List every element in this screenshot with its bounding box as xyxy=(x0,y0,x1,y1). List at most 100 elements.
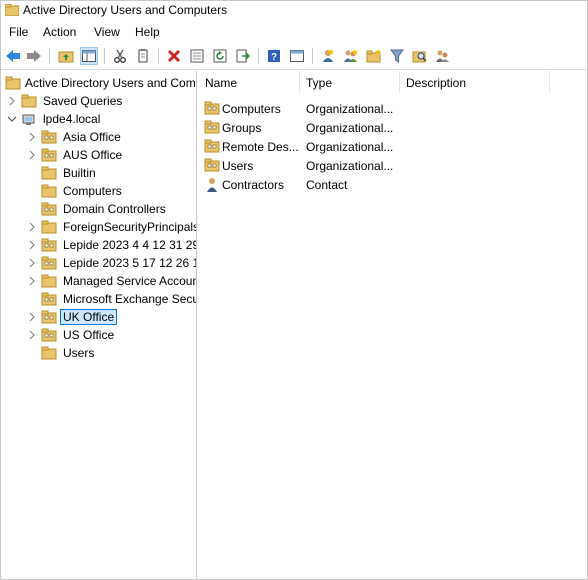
toolbar-separator xyxy=(258,48,259,64)
chevron-right-icon[interactable] xyxy=(27,257,37,269)
toolbar-separator xyxy=(49,48,50,64)
column-header-description-label: Description xyxy=(406,76,467,90)
tree-item-label: Asia Office xyxy=(63,130,121,144)
console-view-icon[interactable] xyxy=(288,47,306,65)
tree-item[interactable]: Lepide 2023 5 17 12 26 15 xyxy=(1,254,196,272)
toolbar: ? xyxy=(1,43,587,70)
column-header-type[interactable]: Type xyxy=(299,71,400,93)
list-item[interactable]: Users Organizational... xyxy=(198,156,587,175)
ou-folder-icon xyxy=(41,310,57,327)
list-item-type: Organizational... xyxy=(306,159,394,173)
column-header-description[interactable]: Description xyxy=(399,71,550,93)
column-header-name[interactable]: Name xyxy=(198,71,300,93)
list-item[interactable]: Groups Organizational... xyxy=(198,118,587,137)
tree-item[interactable]: Domain Controllers xyxy=(1,200,196,218)
app-window: Active Directory Users and Computers Fil… xyxy=(0,0,588,580)
new-user-icon[interactable] xyxy=(319,47,337,65)
list-item[interactable]: Contractors Contact xyxy=(198,175,587,194)
tree-item-label: Lepide 2023 5 17 12 26 15 xyxy=(63,256,197,270)
ou-folder-icon xyxy=(41,148,57,165)
help-icon[interactable]: ? xyxy=(265,47,283,65)
show-hide-tree-icon[interactable] xyxy=(80,47,98,65)
tree-item-label: Users xyxy=(63,346,95,360)
ou-folder-icon xyxy=(204,101,220,118)
tree-item[interactable]: ForeignSecurityPrincipals xyxy=(1,218,196,236)
tree-item-label: US Office xyxy=(63,328,115,342)
tree-item[interactable]: Computers xyxy=(1,182,196,200)
chevron-down-icon[interactable] xyxy=(7,113,17,125)
folder-icon xyxy=(41,166,57,183)
ou-folder-icon xyxy=(204,120,220,137)
domain-icon xyxy=(21,112,37,129)
list-item-type: Organizational... xyxy=(306,102,394,116)
ad-app-icon xyxy=(4,3,20,19)
chevron-right-icon[interactable] xyxy=(7,95,17,107)
tree-root-label: Active Directory Users and Com xyxy=(25,76,196,90)
chevron-right-icon[interactable] xyxy=(27,221,37,233)
back-icon[interactable] xyxy=(4,47,22,65)
chevron-right-icon[interactable] xyxy=(27,329,37,341)
tree-item[interactable]: AUS Office xyxy=(1,146,196,164)
menu-help[interactable]: Help xyxy=(135,25,160,39)
list-item-type: Organizational... xyxy=(306,140,394,154)
tree-item-label: Microsoft Exchange Secu xyxy=(63,292,197,306)
menu-file[interactable]: File xyxy=(9,25,28,39)
ad-console-icon xyxy=(5,76,21,93)
tree-item[interactable]: Microsoft Exchange Secu xyxy=(1,290,196,308)
new-group-icon[interactable] xyxy=(342,47,360,65)
ou-folder-icon xyxy=(204,139,220,156)
ou-folder-icon xyxy=(41,328,57,345)
new-ou-icon[interactable] xyxy=(365,47,383,65)
chevron-right-icon[interactable] xyxy=(27,275,37,287)
tree-item[interactable]: Builtin xyxy=(1,164,196,182)
tree-item[interactable]: Managed Service Accoun xyxy=(1,272,196,290)
console-tree-pane[interactable]: Active Directory Users and Com Saved Que… xyxy=(1,71,197,579)
folder-icon xyxy=(41,184,57,201)
ou-folder-icon xyxy=(41,256,57,273)
tree-item[interactable]: Lepide 2023 4 4 12 31 29 xyxy=(1,236,196,254)
chevron-right-icon[interactable] xyxy=(27,311,37,323)
chevron-right-icon[interactable] xyxy=(27,131,37,143)
find-icon[interactable] xyxy=(411,47,429,65)
details-pane[interactable]: Name Type Description Computers Organizat… xyxy=(198,71,587,579)
tree-item[interactable]: lpde4.local xyxy=(1,110,196,128)
ou-folder-icon xyxy=(41,130,57,147)
cut-icon[interactable] xyxy=(111,47,129,65)
folder-icon xyxy=(21,94,37,111)
toolbar-separator xyxy=(158,48,159,64)
menu-view[interactable]: View xyxy=(94,25,120,39)
export-list-icon[interactable] xyxy=(234,47,252,65)
tree-item[interactable]: Saved Queries xyxy=(1,92,196,110)
filter-icon[interactable] xyxy=(388,47,406,65)
tree-item[interactable]: US Office xyxy=(1,326,196,344)
copy-icon[interactable] xyxy=(134,47,152,65)
contact-icon xyxy=(204,177,220,196)
forward-icon[interactable] xyxy=(25,47,43,65)
tree-item[interactable]: UK Office xyxy=(1,308,196,326)
properties-icon[interactable] xyxy=(188,47,206,65)
list-item[interactable]: Remote Des... Organizational... xyxy=(198,137,587,156)
list-item[interactable]: Computers Organizational... xyxy=(198,99,587,118)
up-folder-icon[interactable] xyxy=(57,47,75,65)
tree-item-label: Domain Controllers xyxy=(63,202,166,216)
delete-icon[interactable] xyxy=(165,47,183,65)
ou-folder-icon xyxy=(41,238,57,255)
ou-folder-icon xyxy=(204,158,220,175)
menu-action[interactable]: Action xyxy=(43,25,76,39)
delegate-icon[interactable] xyxy=(434,47,452,65)
tree-root[interactable]: Active Directory Users and Com xyxy=(1,74,196,92)
menu-bar: File Action View Help xyxy=(1,22,587,42)
column-header-type-label: Type xyxy=(306,76,333,90)
chevron-right-icon[interactable] xyxy=(27,149,37,161)
toolbar-separator xyxy=(104,48,105,64)
tree-item[interactable]: Asia Office xyxy=(1,128,196,146)
chevron-right-icon[interactable] xyxy=(27,239,37,251)
tree-item[interactable]: Users xyxy=(1,344,196,362)
window-title: Active Directory Users and Computers xyxy=(23,3,228,17)
tree-item-label: Lepide 2023 4 4 12 31 29 xyxy=(63,238,197,252)
tree-item-label: ForeignSecurityPrincipals xyxy=(63,220,197,234)
list-item-name: Users xyxy=(222,159,254,173)
column-header-name-label: Name xyxy=(205,76,238,90)
toolbar-separator xyxy=(312,48,313,64)
refresh-icon[interactable] xyxy=(211,47,229,65)
